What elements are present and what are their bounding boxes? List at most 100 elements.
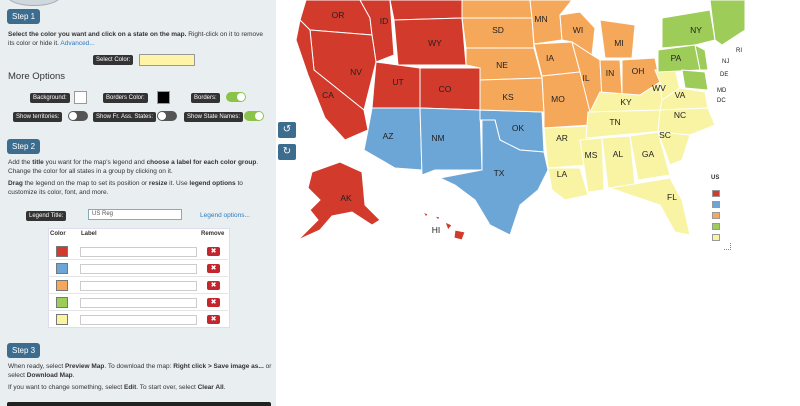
label-NC: NC — [674, 110, 686, 120]
label-AL: AL — [613, 149, 624, 159]
label-MO: MO — [551, 94, 565, 104]
legend-title-input[interactable]: US Reg — [88, 209, 182, 220]
state-LA[interactable] — [547, 167, 589, 201]
label-SC: SC — [659, 130, 671, 140]
col-remove-header: Remove — [201, 231, 225, 237]
bottom-button-bar[interactable] — [7, 402, 271, 406]
state-NE-region[interactable] — [709, 0, 745, 46]
legend-resize-handle[interactable] — [724, 243, 731, 250]
state-NY[interactable] — [661, 9, 716, 49]
row-label-input[interactable] — [80, 247, 197, 257]
background-color-swatch[interactable] — [74, 91, 87, 104]
row-label-input[interactable] — [80, 298, 197, 308]
label-IA: IA — [546, 53, 554, 63]
row-label-input[interactable] — [80, 281, 197, 291]
label-AZ: AZ — [383, 131, 394, 141]
state-MT[interactable] — [389, 0, 463, 21]
remove-row-button[interactable]: ✖ — [207, 298, 220, 307]
row-label-input[interactable] — [80, 315, 197, 325]
label-PA: PA — [671, 53, 682, 63]
us-map: OR ID WY NV UT CO CA AZ NM OK TX SD NE K… — [295, 0, 745, 241]
advanced-link[interactable]: Advanced... — [60, 40, 94, 47]
label-TN: TN — [609, 117, 620, 127]
label-MS: MS — [585, 150, 598, 160]
label-AR: AR — [556, 133, 568, 143]
label-ID: ID — [380, 16, 389, 26]
label-IL: IL — [582, 73, 589, 83]
step3-badge: Step 3 — [7, 343, 41, 358]
state-AL[interactable] — [601, 135, 636, 189]
label-CO: CO — [439, 84, 452, 94]
background-label: Background: — [30, 93, 70, 103]
borders-toggle[interactable] — [226, 92, 246, 102]
label-VA: VA — [675, 90, 686, 100]
selected-color-swatch[interactable] — [139, 54, 195, 66]
label-KY: KY — [620, 97, 632, 107]
label-OK: OK — [512, 123, 525, 133]
label-SD: SD — [492, 25, 504, 35]
state-MD[interactable] — [681, 69, 709, 91]
label-TX: TX — [494, 168, 505, 178]
step1-badge: Step 1 — [7, 9, 41, 24]
label-WI: WI — [573, 25, 583, 35]
select-color-label: Select Color: — [93, 55, 134, 65]
legend-title-label: Legend Title: — [26, 211, 67, 221]
label-NV: NV — [350, 67, 362, 77]
label-OR: OR — [332, 10, 345, 20]
label-WV: WV — [652, 83, 666, 93]
label-NM: NM — [431, 133, 444, 143]
label-RI: RI — [736, 48, 742, 54]
row-color-swatch[interactable] — [56, 263, 68, 274]
label-CA: CA — [322, 90, 334, 100]
col-label-header: Label — [81, 231, 97, 237]
remove-row-button[interactable]: ✖ — [207, 281, 220, 290]
map-legend-swatch — [712, 234, 720, 241]
row-color-swatch[interactable] — [56, 280, 68, 291]
show-fr-ass-toggle[interactable] — [157, 111, 177, 121]
label-MI: MI — [614, 38, 623, 48]
col-color-header: Color — [50, 231, 66, 237]
map-legend-swatch — [712, 223, 720, 230]
borders-color-swatch[interactable] — [157, 91, 170, 104]
label-FL: FL — [667, 192, 677, 202]
legend-table — [48, 228, 230, 328]
row-color-swatch[interactable] — [56, 297, 68, 308]
logo-partial — [8, 0, 60, 6]
more-options-heading: More Options — [8, 71, 66, 82]
legend-options-link[interactable]: Legend options... — [200, 211, 250, 220]
show-fr-ass-label: Show Fr. Ass. States: — [93, 112, 157, 122]
map-legend-title[interactable]: US — [711, 175, 719, 181]
label-MN: MN — [534, 14, 547, 24]
label-KS: KS — [502, 92, 514, 102]
remove-row-button[interactable]: ✖ — [207, 264, 220, 273]
show-state-names-toggle[interactable] — [244, 111, 264, 121]
label-NE: NE — [496, 60, 508, 70]
row-label-input[interactable] — [80, 264, 197, 274]
options-panel: Step 1 Select the color you want and cli… — [0, 0, 276, 406]
row-color-swatch[interactable] — [56, 246, 68, 257]
state-AK[interactable] — [297, 161, 381, 241]
label-WY: WY — [428, 38, 442, 48]
step1-instruction: Select the color you want and click on a… — [8, 31, 264, 47]
label-HI: HI — [432, 225, 441, 235]
state-NM[interactable] — [419, 107, 483, 176]
label-DE: DE — [720, 72, 728, 78]
borders-label: Borders: — [191, 93, 220, 103]
label-GA: GA — [642, 149, 655, 159]
label-LA: LA — [557, 169, 568, 179]
label-IN: IN — [606, 68, 615, 78]
state-FL[interactable] — [609, 177, 691, 236]
label-UT: UT — [392, 77, 403, 87]
remove-row-button[interactable]: ✖ — [207, 315, 220, 324]
show-territories-toggle[interactable] — [68, 111, 88, 121]
label-OH: OH — [632, 66, 645, 76]
step3-instruction: When ready, select Preview Map. To downl… — [8, 363, 272, 391]
state-ND[interactable] — [461, 0, 533, 19]
state-HI[interactable] — [421, 210, 466, 241]
step2-instruction: Add the title you want for the map's leg… — [8, 159, 259, 196]
row-color-swatch[interactable] — [56, 314, 68, 325]
map-legend-swatch — [712, 201, 720, 208]
label-AK: AK — [340, 193, 352, 203]
remove-row-button[interactable]: ✖ — [207, 247, 220, 256]
borders-color-label: Borders Color: — [103, 93, 148, 103]
